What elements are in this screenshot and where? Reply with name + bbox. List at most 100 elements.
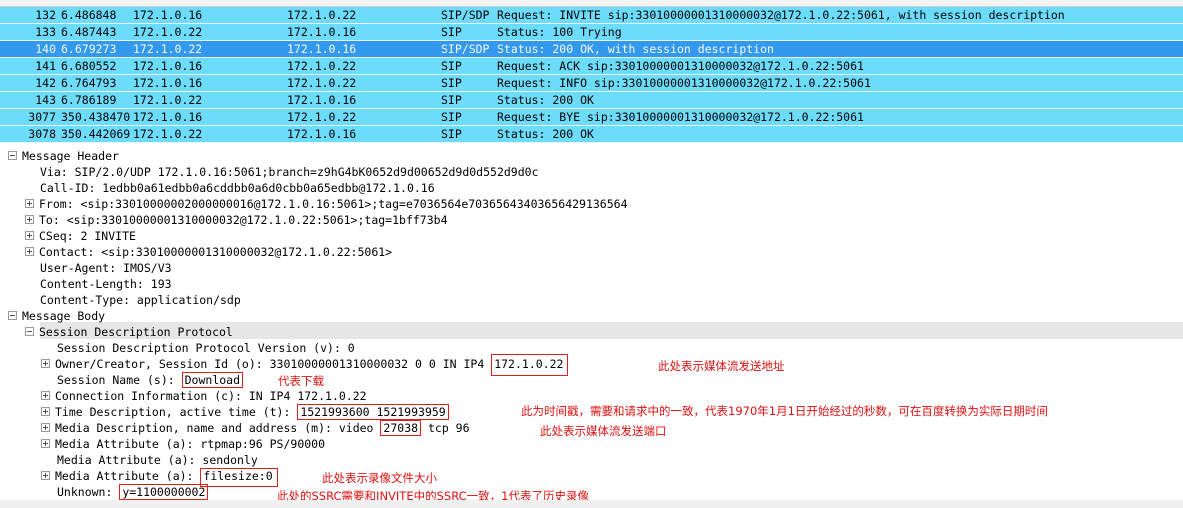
tree-label: Unknown: (57, 485, 120, 499)
packet-row[interactable]: 133 6.487443 172.1.0.22 172.1.0.16 SIP Status… (0, 24, 1183, 41)
packet-details-tree: Message Header Via: SIP/2.0/UDP 172.1.0.… (0, 146, 1183, 508)
tree-via[interactable]: Via: SIP/2.0/UDP 172.1.0.16:5061;branch=… (40, 164, 539, 180)
expand-icon[interactable] (25, 231, 34, 240)
tree-time[interactable]: Time Description, active time (t): 15219… (41, 404, 449, 420)
packet-row[interactable]: 142 6.764793 172.1.0.16 172.1.0.22 SIP Reques… (0, 75, 1183, 92)
packet-number: 140 (35, 42, 56, 56)
expand-icon[interactable] (41, 471, 50, 480)
session-name-highlight: Download (181, 372, 244, 388)
tree-user-agent[interactable]: User-Agent: IMOS/V3 (40, 260, 172, 276)
tree-label: Contact: <sip:33010000001310000032@172.1… (39, 245, 393, 259)
packet-destination: 172.1.0.16 (287, 93, 357, 107)
packet-time: 6.786189 (61, 93, 117, 107)
packet-protocol: SIP (441, 127, 462, 141)
tree-to[interactable]: To: <sip:33010000001310000032@172.1.0.22… (25, 212, 448, 228)
packet-row[interactable]: 140 6.679273 172.1.0.22 172.1.0.16 SIP/SDP St… (0, 41, 1183, 58)
packet-info: Request: ACK sip:33010000001310000032@17… (497, 59, 864, 73)
packet-protocol: SIP (441, 59, 462, 73)
packet-time: 6.679273 (61, 42, 117, 56)
expand-icon[interactable] (41, 391, 50, 400)
packet-number: 142 (35, 76, 56, 90)
ssrc-highlight: y=1100000002 (119, 484, 209, 500)
annotation-filesize: 此处表示录像文件大小 (322, 471, 437, 485)
annotation-port: 此处表示媒体流发送端口 (540, 424, 667, 438)
packet-source: 172.1.0.22 (133, 25, 203, 39)
expand-icon[interactable] (25, 199, 34, 208)
expand-icon[interactable] (41, 439, 50, 448)
packet-row[interactable]: 3078 350.442069 172.1.0.22 172.1.0.16 SIP Sta… (0, 126, 1183, 143)
tree-attr-rtpmap[interactable]: Media Attribute (a): rtpmap:96 PS/90000 (41, 436, 325, 452)
packet-row[interactable]: 132 6.486848 172.1.0.16 172.1.0.22 SIP/SDP Re… (0, 7, 1183, 24)
packet-protocol: SIP (441, 93, 462, 107)
packet-time: 350.438470 (61, 110, 131, 124)
tree-label: Session Name (s): (57, 373, 182, 387)
packet-destination: 172.1.0.16 (287, 25, 357, 39)
tree-unknown[interactable]: Unknown: y=1100000002 (57, 484, 209, 500)
tree-label: Content-Type: application/sdp (40, 293, 241, 307)
tree-cseq[interactable]: CSeq: 2 INVITE (25, 228, 136, 244)
annotation-owner-address: 此处表示媒体流发送地址 (658, 359, 785, 373)
tree-message-header[interactable]: Message Header (8, 148, 119, 164)
tree-label: Time Description, active time (t): (55, 405, 298, 419)
expand-icon[interactable] (25, 247, 34, 256)
packet-source: 172.1.0.16 (133, 59, 203, 73)
packet-destination: 172.1.0.22 (287, 8, 357, 22)
tree-label: Media Attribute (a): rtpmap:96 PS/90000 (55, 437, 326, 451)
tree-label: To: <sip:33010000001310000032@172.1.0.22… (39, 213, 448, 227)
tree-attr-sendonly[interactable]: Media Attribute (a): sendonly (57, 452, 258, 468)
expand-icon[interactable] (41, 407, 50, 416)
tree-label: Owner/Creator, Session Id (o): 330100000… (55, 357, 492, 371)
tree-label: From: <sip:33010000002000000016@172.1.0.… (39, 197, 628, 211)
collapse-icon[interactable] (8, 151, 17, 160)
packet-number: 3077 (28, 110, 56, 124)
packet-info: Status: 200 OK (497, 93, 594, 107)
packet-row[interactable]: 143 6.786189 172.1.0.22 172.1.0.16 SIP Status… (0, 92, 1183, 109)
expand-icon[interactable] (41, 423, 50, 432)
packet-time: 6.764793 (61, 76, 117, 90)
tree-message-body[interactable]: Message Body (8, 308, 105, 324)
tree-content-length[interactable]: Content-Length: 193 (40, 276, 172, 292)
packet-list: 132 6.486848 172.1.0.16 172.1.0.22 SIP/SDP Re… (0, 0, 1183, 143)
packet-protocol: SIP (441, 76, 462, 90)
packet-protocol: SIP/SDP (441, 8, 490, 22)
packet-time: 350.442069 (61, 127, 131, 141)
packet-row[interactable]: 3077 350.438470 172.1.0.16 172.1.0.22 SIP Req… (0, 109, 1183, 126)
tree-label: tcp 96 (421, 421, 470, 435)
annotation-time: 此为时间戳，需要和请求中的一致，代表1970年1月1日开始经过的秒数，可在百度转… (521, 404, 1048, 418)
packet-row[interactable]: 141 6.680552 172.1.0.16 172.1.0.22 SIP Reques… (0, 58, 1183, 75)
tree-label: Session Description Protocol Version (v)… (57, 341, 355, 355)
tree-connection[interactable]: Connection Information (c): IN IP4 172.1… (41, 388, 367, 404)
packet-time: 6.487443 (61, 25, 117, 39)
packet-source: 172.1.0.16 (133, 76, 203, 90)
packet-info: Request: BYE sip:33010000001310000032@17… (497, 110, 864, 124)
packet-destination: 172.1.0.22 (287, 110, 357, 124)
tree-label: Via: SIP/2.0/UDP 172.1.0.16:5061;branch=… (40, 165, 539, 179)
tree-content-type[interactable]: Content-Type: application/sdp (40, 292, 241, 308)
packet-protocol: SIP (441, 110, 462, 124)
tree-label: Message Body (22, 309, 106, 323)
packet-destination: 172.1.0.16 (287, 127, 357, 141)
tree-attr-filesize[interactable]: Media Attribute (a): filesize:0 (41, 468, 278, 487)
packet-info: Request: INVITE sip:33010000001310000032… (497, 8, 1065, 22)
expand-icon[interactable] (41, 359, 50, 368)
tree-session-name[interactable]: Session Name (s): Download (57, 372, 244, 388)
tree-contact[interactable]: Contact: <sip:33010000001310000032@172.1… (25, 244, 392, 260)
packet-info: Status: 100 Trying (497, 25, 622, 39)
packet-destination: 172.1.0.16 (287, 42, 357, 56)
tree-call-id[interactable]: Call-ID: 1edbb0a61edbb0a6cddbb0a6d0cbb0a… (40, 180, 435, 196)
packet-info: Status: 200 OK (497, 127, 594, 141)
tree-sdp-version[interactable]: Session Description Protocol Version (v)… (57, 340, 355, 356)
tree-media[interactable]: Media Description, name and address (m):… (41, 420, 470, 436)
filesize-highlight: filesize:0 (200, 468, 278, 487)
owner-address-highlight: 172.1.0.22 (491, 354, 569, 376)
packet-info: Status: 200 OK, with session description (497, 42, 774, 56)
packet-source: 172.1.0.22 (133, 127, 203, 141)
expand-icon[interactable] (25, 215, 34, 224)
tree-sdp[interactable]: Session Description Protocol (25, 324, 233, 340)
packet-info: Request: INFO sip:33010000001310000032@1… (497, 76, 871, 90)
collapse-icon[interactable] (8, 311, 17, 320)
packet-source: 172.1.0.22 (133, 93, 203, 107)
tree-from[interactable]: From: <sip:33010000002000000016@172.1.0.… (25, 196, 628, 212)
collapse-icon[interactable] (25, 327, 34, 336)
packet-protocol: SIP/SDP (441, 42, 490, 56)
